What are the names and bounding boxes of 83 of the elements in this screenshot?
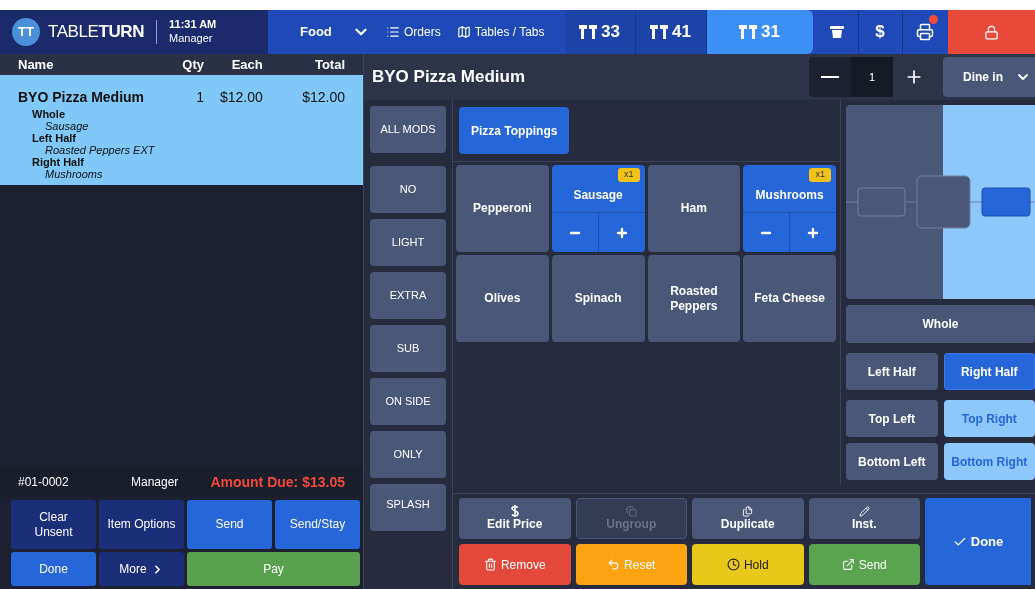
modifier-button[interactable]: EXTRA xyxy=(370,272,446,319)
table-icon xyxy=(739,25,758,39)
item-price: $12.00 xyxy=(218,88,263,107)
order-action-button[interactable]: Send/Stay xyxy=(275,500,360,549)
clock-time: 11:31 AM xyxy=(169,18,217,32)
modifier-button[interactable]: LIGHT xyxy=(370,219,446,266)
column-header: Total xyxy=(313,55,345,74)
column-header: Each xyxy=(230,55,263,74)
modifier-group: Right Half xyxy=(32,156,345,168)
item-name: BYO Pizza Medium xyxy=(18,88,146,107)
external-link-icon xyxy=(841,558,855,571)
modifier-text: Mushrooms xyxy=(44,168,104,180)
topping-button[interactable]: Pepperoni xyxy=(456,165,549,252)
placement-button[interactable]: Whole xyxy=(846,305,1035,343)
item-title: BYO Pizza Medium xyxy=(372,66,527,89)
placement-button[interactable]: Right Half xyxy=(943,353,1035,390)
user-name: Manager xyxy=(169,32,214,46)
topping-button[interactable]: Roasted Peppers xyxy=(647,255,741,342)
printer-glyph-icon xyxy=(916,23,934,41)
logo-text: TABLETURN xyxy=(48,21,144,44)
modifier-button[interactable]: ALL MODS xyxy=(370,106,446,153)
order-action-button[interactable]: Item Options xyxy=(99,500,184,549)
table-tab[interactable]: 33 xyxy=(564,10,636,54)
item-action-button[interactable]: Duplicate xyxy=(692,498,804,539)
category-tab[interactable]: Pizza Toppings xyxy=(459,107,570,154)
order-action-button[interactable]: Done xyxy=(11,552,96,586)
placement-button[interactable]: Left Half xyxy=(846,353,938,390)
nav-link[interactable]: Orders xyxy=(378,10,449,54)
modifier-text: Roasted Peppers EXT xyxy=(44,144,156,156)
modifier-group: Left Half xyxy=(32,132,345,144)
topping-name: Sausage xyxy=(573,186,623,204)
server-name: Manager xyxy=(131,474,180,491)
item-total: $12.00 xyxy=(301,88,345,107)
order-action-button[interactable]: Clear Unsent xyxy=(11,500,96,549)
modifier-button[interactable]: SUB xyxy=(370,325,446,372)
placement-button[interactable]: Bottom Left xyxy=(846,443,938,480)
placement-button[interactable]: Top Left xyxy=(846,400,938,437)
nav-link[interactable]: Tables / Tabs xyxy=(448,10,553,54)
count-badge: x1 xyxy=(809,168,831,182)
modifier-button[interactable]: ONLY xyxy=(370,431,446,478)
modifier-button[interactable]: NO xyxy=(370,166,446,213)
item-qty: 1 xyxy=(195,88,204,107)
item-action-button[interactable]: Hold xyxy=(692,544,804,585)
table-tab[interactable]: 41 xyxy=(635,10,707,54)
undo-icon xyxy=(607,558,621,571)
copy-icon xyxy=(625,505,637,517)
topping-name: Mushrooms xyxy=(755,186,824,204)
menu-dropdown[interactable]: Food xyxy=(268,10,378,54)
copy-icon xyxy=(742,505,754,517)
quantity-field[interactable]: 1 xyxy=(851,57,893,97)
minus-icon xyxy=(821,76,839,78)
topping-button[interactable]: Olives xyxy=(456,255,549,342)
column-header: Qty xyxy=(181,55,204,74)
plus-icon xyxy=(614,225,629,240)
topping-button[interactable]: Feta Cheese xyxy=(743,255,836,342)
amount-due: Amount Due: $13.05 xyxy=(210,472,345,492)
modifier-group: Whole xyxy=(32,108,345,120)
list-icon xyxy=(386,25,400,39)
item-action-button[interactable]: Inst. xyxy=(808,498,920,539)
dollar-icon xyxy=(510,505,519,517)
logo-mark: TT xyxy=(12,18,40,46)
topping-button[interactable]: Spinach xyxy=(551,255,645,342)
table-icon xyxy=(579,25,598,39)
plus-icon xyxy=(806,225,821,240)
order-action-button[interactable]: More xyxy=(99,552,184,586)
trash-icon xyxy=(483,558,497,571)
topping-button[interactable]: Ham xyxy=(647,165,741,252)
service-dropdown[interactable]: Dine in xyxy=(943,57,1035,97)
order-action-button[interactable]: Send xyxy=(187,500,272,549)
clock-icon xyxy=(726,558,740,571)
count-badge: x1 xyxy=(618,168,640,182)
item-action-button[interactable]: Edit Price xyxy=(459,498,571,539)
modifier-button[interactable]: SPLASH xyxy=(370,484,446,531)
table-icon xyxy=(650,25,669,39)
order-number: #01-0002 xyxy=(18,474,70,491)
column-header: Name xyxy=(18,55,55,74)
map-icon xyxy=(456,25,471,39)
modifier-button[interactable]: ON SIDE xyxy=(370,378,446,425)
pencil-icon xyxy=(858,505,870,517)
modifier-text: Sausage xyxy=(44,120,90,132)
done-button[interactable]: Done xyxy=(925,498,1031,585)
increment-button[interactable] xyxy=(893,57,935,97)
item-action-button[interactable]: Remove xyxy=(459,544,571,585)
